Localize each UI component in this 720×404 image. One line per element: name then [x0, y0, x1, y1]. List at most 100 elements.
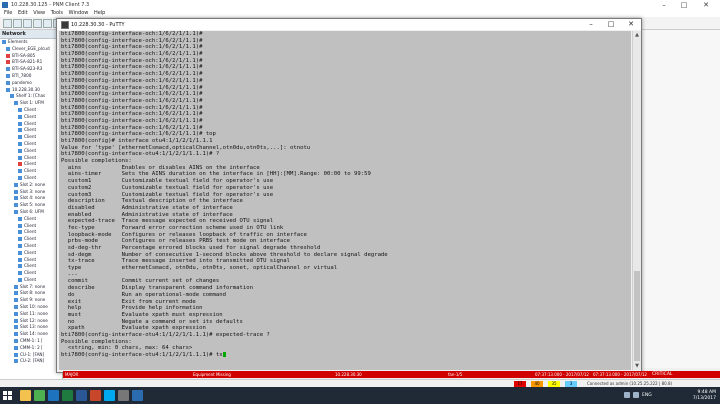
- tree-item[interactable]: CU-1: [FAN]: [0, 352, 62, 359]
- tree-node-icon: [14, 325, 18, 330]
- tree-item[interactable]: Client: [0, 107, 62, 114]
- tree-item-label: Client: [24, 127, 37, 133]
- tree-item[interactable]: Client: [0, 127, 62, 134]
- tree-item[interactable]: Client: [0, 263, 62, 270]
- tree-item[interactable]: Client: [0, 134, 62, 141]
- tree-item[interactable]: Client: [0, 114, 62, 121]
- network-tray-icon[interactable]: [624, 392, 630, 398]
- tree-item[interactable]: Client: [0, 141, 62, 148]
- tree-item-label: Slot 2: none: [20, 181, 46, 187]
- menu-window[interactable]: Window: [69, 10, 89, 17]
- tree-item-label: Client: [24, 276, 37, 282]
- alarm-row[interactable]: MAJOR Equipment Missing 10.228.30.30 fan…: [63, 371, 648, 378]
- tree-item[interactable]: BTI-SA-805: [0, 53, 62, 60]
- start-icon[interactable]: [3, 391, 12, 400]
- putty-icon[interactable]: [118, 390, 129, 401]
- tree-item[interactable]: CMM-1: 2 [: [0, 345, 62, 352]
- menu-file[interactable]: File: [4, 10, 12, 17]
- tree-item[interactable]: Client: [0, 175, 62, 182]
- tree-item[interactable]: Client: [0, 243, 62, 250]
- tree-item-label: Slot 5: none: [20, 202, 46, 208]
- tree-node-icon: [14, 352, 18, 357]
- toolbar-button-refresh[interactable]: [33, 19, 42, 28]
- tree-item[interactable]: Slot 11: none: [0, 311, 62, 318]
- tree-item[interactable]: Client: [0, 257, 62, 264]
- tree-item[interactable]: Slot 3: none: [0, 189, 62, 196]
- terminal-prompt[interactable]: bti7800(config-interface-otu4:1/1/2/1/1.…: [59, 352, 631, 359]
- powerpoint-icon[interactable]: [90, 390, 101, 401]
- word-icon[interactable]: [76, 390, 87, 401]
- tree-item[interactable]: Client: [0, 168, 62, 175]
- tree-item[interactable]: BTI-SA-821-R1: [0, 59, 62, 66]
- scroll-down-icon[interactable]: ▼: [633, 362, 641, 370]
- tree-item[interactable]: Slot 13: none: [0, 324, 62, 331]
- tree-item[interactable]: Elements: [0, 39, 62, 46]
- tree-node-icon: [6, 60, 10, 65]
- pnm-icon[interactable]: [132, 390, 143, 401]
- close-icon[interactable]: ✕: [698, 0, 714, 10]
- tree-item[interactable]: Shelf 1: [Chas: [0, 93, 62, 100]
- putty-title-bar[interactable]: 10.228.30.30 - PuTTY – □ ✕: [57, 19, 641, 30]
- excel-icon[interactable]: [62, 390, 73, 401]
- volume-tray-icon[interactable]: [633, 392, 639, 398]
- menu-help[interactable]: Help: [94, 10, 105, 17]
- putty-minimize-icon[interactable]: –: [583, 19, 599, 30]
- tree-item[interactable]: Slot 2: none: [0, 182, 62, 189]
- tree-item[interactable]: Slot 12: none: [0, 318, 62, 325]
- tree-item[interactable]: Client: [0, 216, 62, 223]
- outlook-icon[interactable]: [48, 390, 59, 401]
- scroll-up-icon[interactable]: ▲: [633, 31, 641, 39]
- putty-close-icon[interactable]: ✕: [623, 19, 639, 30]
- toolbar-button-back[interactable]: [3, 19, 12, 28]
- skype-icon[interactable]: [104, 390, 115, 401]
- toolbar-button-forward[interactable]: [13, 19, 22, 28]
- toolbar-button-home[interactable]: [23, 19, 32, 28]
- scroll-thumb[interactable]: [634, 271, 640, 361]
- tree-item[interactable]: Slot 6: UFM: [0, 209, 62, 216]
- tree-item[interactable]: Slot 1: UFM: [0, 100, 62, 107]
- toolbar-button-network[interactable]: [43, 19, 52, 28]
- tree-item[interactable]: Slot 14: none: [0, 331, 62, 338]
- tree-item[interactable]: Client: [0, 270, 62, 277]
- tree-item[interactable]: 10.228.30.30: [0, 87, 62, 94]
- tree-node-icon: [18, 277, 22, 282]
- tree-item[interactable]: Slot 4: none: [0, 195, 62, 202]
- clock[interactable]: 9:48 AM 7/13/2017: [693, 390, 716, 401]
- chrome-icon[interactable]: [34, 390, 45, 401]
- language-indicator[interactable]: ENG: [642, 393, 656, 398]
- menu-edit[interactable]: Edit: [18, 10, 28, 17]
- tree-item[interactable]: pandemo: [0, 80, 62, 87]
- tree-item[interactable]: CMM-1: 1 [: [0, 338, 62, 345]
- tree-item[interactable]: Client: [0, 161, 62, 168]
- menu-tools[interactable]: Tools: [51, 10, 63, 17]
- tree-item[interactable]: BTI_7800: [0, 73, 62, 80]
- details-panel: [640, 30, 720, 368]
- file-explorer-icon[interactable]: [20, 390, 31, 401]
- putty-window[interactable]: 10.228.30.30 - PuTTY – □ ✕ bti7800(confi…: [56, 18, 642, 373]
- putty-maximize-icon[interactable]: □: [603, 19, 619, 30]
- tree-item[interactable]: Slot 10: none: [0, 304, 62, 311]
- terminal-scrollbar[interactable]: ▲ ▼: [632, 31, 641, 370]
- tree-item[interactable]: Client: [0, 148, 62, 155]
- tree-item[interactable]: Slot 9: none: [0, 297, 62, 304]
- tree-item[interactable]: Clever_EGE_plcud: [0, 46, 62, 53]
- minimize-icon[interactable]: –: [656, 0, 672, 10]
- tree-item[interactable]: Client: [0, 277, 62, 284]
- menu-view[interactable]: View: [33, 10, 45, 17]
- tree-item[interactable]: Slot 7: none: [0, 284, 62, 291]
- tree-item[interactable]: Client: [0, 250, 62, 257]
- tree-item-label: Clever_EGE_plcud: [12, 45, 50, 51]
- tree-item[interactable]: Client: [0, 223, 62, 230]
- tree-item[interactable]: Client: [0, 236, 62, 243]
- tree-item[interactable]: BTI-SA-823-R3: [0, 66, 62, 73]
- terminal-line: custom3 Customizable textual field for o…: [61, 191, 274, 198]
- tree-item[interactable]: Slot 8: none: [0, 290, 62, 297]
- tree-item[interactable]: Client: [0, 121, 62, 128]
- tree-item-label: pandemo: [12, 79, 32, 85]
- tree-item[interactable]: Slot 5: none: [0, 202, 62, 209]
- terminal-output[interactable]: bti7800(config-interface-och:1/6/2/1/1.1…: [59, 31, 631, 370]
- tree-item[interactable]: CU-2: [FAN]: [0, 358, 62, 365]
- tree-item[interactable]: Client: [0, 155, 62, 162]
- tree-item[interactable]: Client: [0, 229, 62, 236]
- maximize-icon[interactable]: □: [676, 0, 692, 10]
